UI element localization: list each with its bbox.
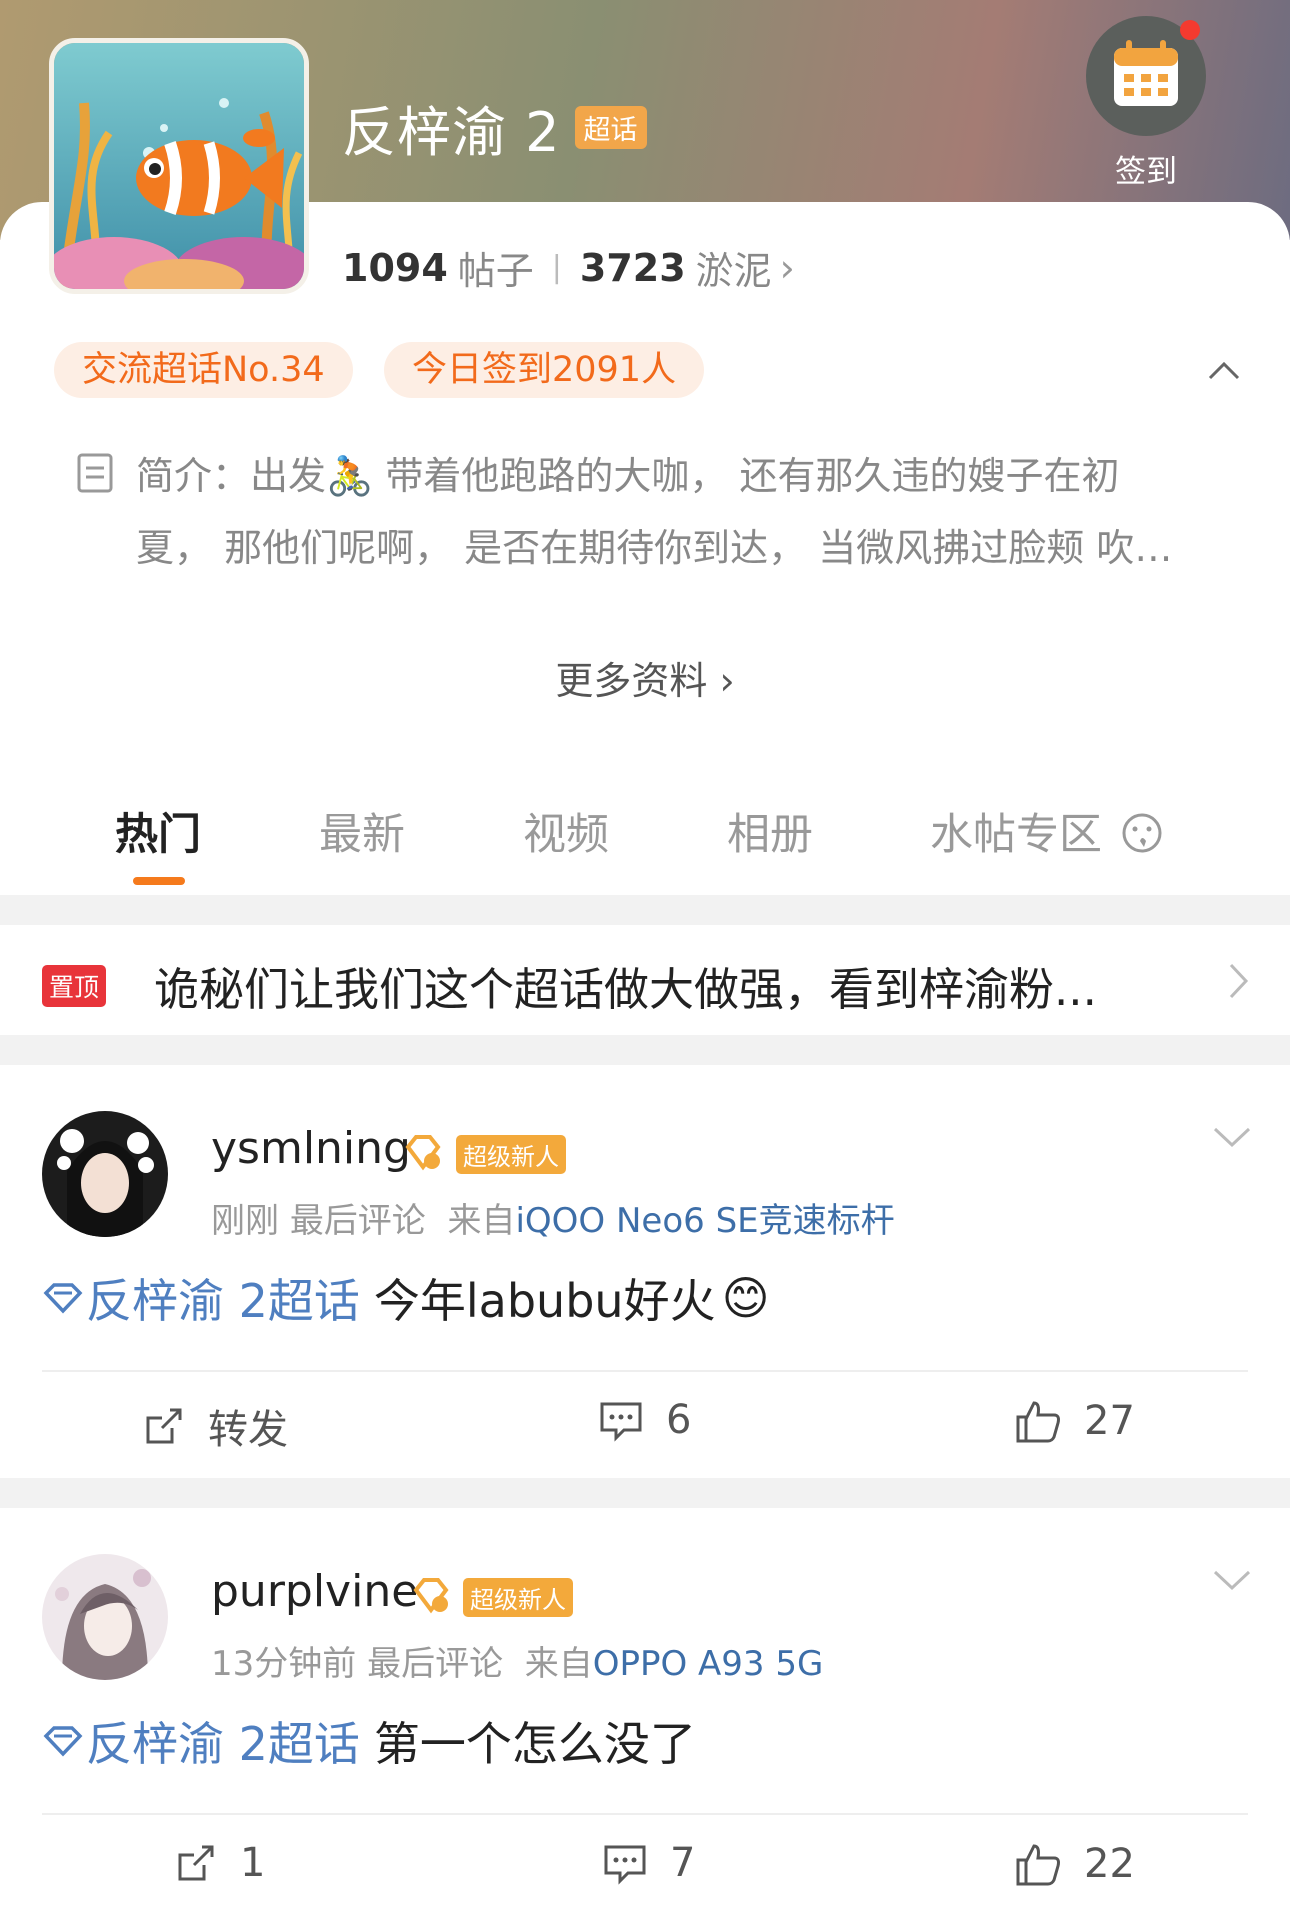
intro-line-1: 简介：出发🚴 带着他跑路的大咖， 还有那久违的嫂子在初 (136, 454, 1120, 498)
repost-button[interactable]: 转发 (142, 1397, 288, 1455)
comment-button[interactable]: 7 (602, 1840, 695, 1886)
repost-button[interactable]: 1 (174, 1840, 265, 1886)
comment-count: 6 (666, 1397, 692, 1443)
comment-button[interactable]: 6 (598, 1397, 691, 1443)
chevron-up-icon[interactable] (1206, 352, 1242, 388)
stats-chevron-icon: › (779, 245, 795, 290)
tab-album[interactable]: 相册 (727, 800, 813, 862)
supertopic-title: 反梓渝 2 (342, 101, 561, 164)
like-button[interactable]: 22 (1014, 1840, 1135, 1888)
pinned-text: 诡秘们让我们这个超话做大做强，看到梓渝粉... (154, 963, 1097, 1016)
action-divider (42, 1370, 1248, 1372)
user-avatar[interactable] (42, 1554, 168, 1680)
supertopic-title-row: 反梓渝 2 超话 (342, 88, 647, 167)
pinned-badge: 置顶 (42, 965, 107, 1007)
post-content[interactable]: 反梓渝 2超话 今年labubu好火 😊 (42, 1265, 770, 1331)
document-icon (77, 453, 113, 493)
repost-count: 1 (240, 1840, 266, 1886)
supertopic-badge: 超话 (574, 106, 647, 149)
user-avatar[interactable] (42, 1111, 168, 1237)
notification-dot (1180, 20, 1200, 40)
stats-row[interactable]: 1094 帖子 | 3723 淤泥 › (342, 240, 795, 295)
post-device[interactable]: iQOO Neo6 SE竞速标杆 (515, 1201, 894, 1241)
section-gap (0, 1035, 1290, 1065)
like-button[interactable]: 27 (1014, 1397, 1135, 1445)
share-icon (178, 1845, 214, 1881)
supertopic-diamond-icon (43, 1283, 83, 1314)
thumbs-up-icon (1016, 1401, 1060, 1443)
post-card[interactable]: ysmlning 超级新人 刚刚 最后评论 来自iQOO Neo6 SE竞速标杆… (0, 1065, 1290, 1475)
tab-video[interactable]: 视频 (523, 800, 609, 862)
mud-label: 淤泥 (695, 249, 772, 293)
user-level-badge: 超级新人 (463, 1578, 573, 1617)
post-source-label: 来自 (447, 1201, 516, 1241)
checkin-count-pill[interactable]: 今日签到2091人 (384, 342, 705, 398)
tab-bar: 热门 最新 视频 相册 水帖专区 (0, 800, 1290, 890)
topic-link[interactable]: 反梓渝 2超话 (86, 1708, 360, 1774)
post-content[interactable]: 反梓渝 2超话 第一个怎么没了 (42, 1708, 696, 1774)
tab-hot[interactable]: 热门 (115, 800, 201, 862)
more-info-link[interactable]: 更多资料 › (0, 650, 1290, 705)
post-action: 最后评论 (367, 1644, 504, 1684)
share-icon (146, 1408, 182, 1444)
topic-link[interactable]: 反梓渝 2超话 (86, 1265, 360, 1331)
username[interactable]: ysmlning (211, 1123, 411, 1174)
comment-count: 7 (670, 1840, 696, 1886)
post-device[interactable]: OPPO A93 5G (593, 1644, 824, 1684)
pinned-post[interactable]: 置顶 诡秘们让我们这个超话做大做强，看到梓渝粉... (0, 925, 1290, 1035)
post-text: 第一个怎么没了 (373, 1717, 696, 1771)
like-count: 22 (1084, 1841, 1135, 1887)
section-gap (0, 895, 1290, 925)
vip-diamond-icon (413, 1578, 449, 1614)
supertopic-diamond-icon (43, 1726, 83, 1757)
user-level-badge: 超级新人 (456, 1135, 566, 1174)
username[interactable]: purplvine (211, 1566, 418, 1617)
post-text: 今年labubu好火 (373, 1274, 716, 1328)
posts-count: 1094 (342, 245, 448, 290)
comment-icon (600, 1402, 642, 1442)
like-count: 27 (1084, 1398, 1135, 1444)
post-source-label: 来自 (524, 1644, 593, 1684)
tab-water-posts-label: 水帖专区 (930, 810, 1102, 860)
comment-icon (604, 1845, 646, 1885)
chevron-down-icon[interactable] (1212, 1125, 1252, 1149)
stats-separator: | (551, 250, 562, 285)
supertopic-avatar[interactable] (49, 38, 309, 294)
post-action: 最后评论 (289, 1201, 426, 1241)
post-meta: 刚刚 最后评论 来自iQOO Neo6 SE竞速标杆 (211, 1193, 895, 1242)
vip-diamond-icon (405, 1135, 441, 1171)
checkin-label: 签到 (1115, 154, 1177, 190)
chevron-right-icon (1229, 963, 1249, 999)
checkin-button[interactable] (1086, 16, 1206, 136)
section-gap (0, 1478, 1290, 1508)
tab-water-posts[interactable]: 水帖专区 (930, 800, 1164, 862)
active-tab-indicator (133, 877, 185, 885)
intro-text: 简介：出发🚴 带着他跑路的大咖， 还有那久违的嫂子在初 夏， 那他们呢啊， 是否… (136, 440, 1206, 584)
rank-pill[interactable]: 交流超话No.34 (54, 342, 353, 398)
intro-line-2: 夏， 那他们呢啊， 是否在期待你到达， 当微风拂过脸颊 吹… (136, 526, 1173, 570)
post-meta: 13分钟前 最后评论 来自OPPO A93 5G (211, 1636, 823, 1685)
post-time: 刚刚 (211, 1201, 279, 1241)
smile-emoji: 😊 (721, 1271, 770, 1325)
action-divider (42, 1813, 1248, 1815)
face-emoji-icon (1122, 813, 1162, 853)
mud-count: 3723 (579, 245, 686, 290)
thumbs-up-icon (1016, 1844, 1060, 1886)
post-card[interactable]: purplvine 超级新人 13分钟前 最后评论 来自OPPO A93 5G … (0, 1508, 1290, 1923)
chevron-down-icon[interactable] (1212, 1568, 1252, 1592)
posts-label: 帖子 (457, 249, 534, 293)
post-time: 13分钟前 (211, 1644, 357, 1684)
repost-label: 转发 (208, 1407, 288, 1453)
tab-latest[interactable]: 最新 (319, 800, 405, 862)
